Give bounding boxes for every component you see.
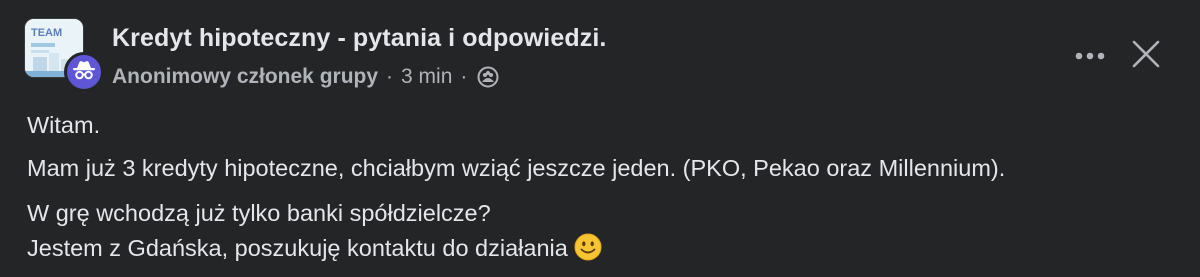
post-meta: Kredyt hipoteczny - pytania i odpowiedzi…	[112, 18, 606, 92]
group-avatar-text: TEAM	[31, 27, 62, 39]
post-header: TEAM Kredyt hipoteczny - pytania i odpow…	[24, 18, 606, 92]
post-paragraph: Mam już 3 kredyty hipoteczne, chciałbym …	[27, 155, 1006, 181]
author-name[interactable]: Anonimowy członek grupy	[112, 62, 378, 92]
post-actions	[1070, 36, 1166, 76]
separator: ·	[460, 65, 468, 88]
slightly-smiling-face-emoji	[574, 233, 602, 271]
post-timestamp[interactable]: 3 min	[401, 62, 452, 92]
group-members-icon[interactable]	[477, 66, 499, 88]
close-icon	[1131, 39, 1161, 74]
anonymous-badge	[64, 52, 104, 92]
post-subline: Anonimowy członek grupy · 3 min ·	[112, 62, 606, 92]
post-body: Witam. Mam już 3 kredyty hipoteczne, chc…	[27, 108, 1176, 271]
post-last-line: Jestem z Gdańska, poszukuję kontaktu do …	[27, 231, 1176, 271]
group-name-link[interactable]: Kredyt hipoteczny - pytania i odpowiedzi…	[112, 20, 606, 56]
more-options-button[interactable]	[1070, 38, 1110, 74]
anonymous-incognito-icon	[72, 60, 96, 85]
separator: ·	[386, 65, 394, 88]
post-paragraph: W grę wchodzą już tylko banki spółdzielc…	[27, 200, 491, 226]
avatar-group: TEAM	[24, 18, 112, 92]
group-post-card: TEAM Kredyt hipoteczny - pytania i odpow…	[0, 0, 1200, 277]
more-horizontal-icon	[1075, 47, 1105, 65]
post-paragraph: Witam.	[27, 112, 101, 138]
post-paragraph: Jestem z Gdańska, poszukuję kontaktu do …	[27, 235, 568, 261]
close-button[interactable]	[1126, 36, 1166, 76]
